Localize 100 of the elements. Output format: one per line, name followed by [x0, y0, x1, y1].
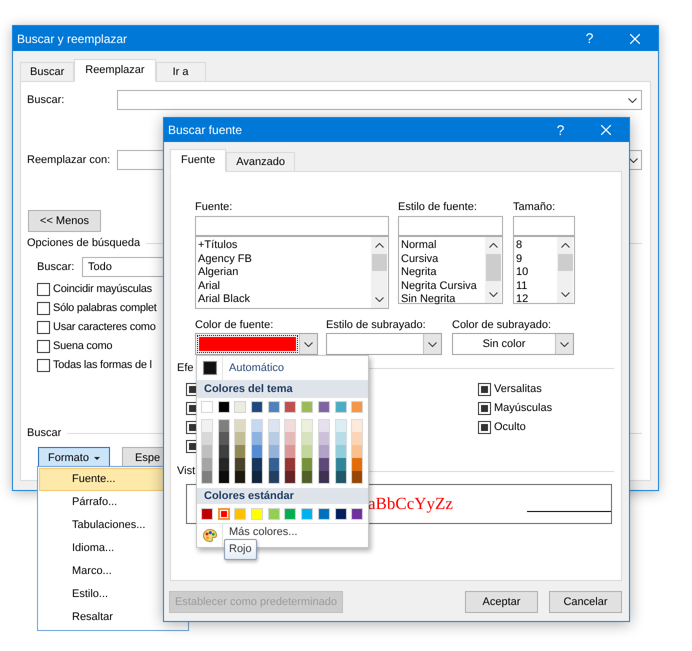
list-item[interactable]: Arial Black [198, 293, 371, 306]
list-item[interactable]: 12 [516, 293, 557, 306]
font-color-select[interactable] [195, 333, 318, 355]
color-swatch-icon[interactable] [318, 471, 330, 484]
button[interactable]: Aceptar [465, 591, 538, 613]
scrollbar[interactable] [485, 237, 501, 303]
scroll-thumb[interactable] [372, 254, 386, 271]
color-swatch-icon[interactable] [284, 432, 296, 445]
tab[interactable]: Avanzado [226, 152, 295, 172]
color-swatch-icon[interactable] [218, 508, 230, 520]
color-swatch-icon[interactable] [251, 508, 264, 520]
list-item[interactable]: Algerian [198, 266, 371, 280]
color-swatch-icon[interactable] [334, 508, 346, 520]
tab[interactable]: Reemplazar [74, 59, 156, 82]
list-item[interactable]: Arial [198, 280, 371, 293]
find-field[interactable] [117, 90, 642, 110]
color-swatch-icon[interactable] [301, 432, 314, 445]
color-swatch-icon[interactable] [351, 508, 364, 520]
tab[interactable]: Fuente [170, 149, 226, 172]
underline-color-select[interactable]: Sin color [452, 333, 574, 355]
color-swatch-icon[interactable] [201, 458, 213, 471]
input-field[interactable] [513, 216, 575, 236]
checkbox[interactable] [478, 421, 491, 434]
color-swatch-icon[interactable] [351, 401, 364, 413]
color-swatch-icon[interactable] [234, 401, 246, 413]
color-swatch-icon[interactable] [234, 458, 246, 471]
list-item[interactable]: Negrita [401, 266, 485, 280]
color-swatch-icon[interactable] [218, 445, 230, 458]
color-swatch-icon[interactable] [218, 432, 230, 445]
list-item[interactable]: Agency FB [198, 252, 371, 266]
list-item[interactable]: Negrita Cursiva [401, 280, 485, 293]
color-swatch-icon[interactable] [268, 508, 280, 520]
color-swatch-icon[interactable] [268, 419, 280, 432]
color-swatch-icon[interactable] [351, 458, 364, 471]
color-swatch-icon[interactable] [284, 471, 296, 484]
scroll-thumb[interactable] [558, 254, 572, 271]
color-swatch-icon[interactable] [268, 471, 280, 484]
color-swatch-icon[interactable] [351, 445, 364, 458]
color-swatch-icon[interactable] [201, 401, 213, 413]
checkbox[interactable] [37, 340, 50, 353]
checkbox[interactable] [478, 402, 491, 415]
color-swatch-icon[interactable] [334, 471, 346, 484]
color-swatch-icon[interactable] [218, 419, 230, 432]
less-button[interactable]: << Menos [28, 210, 101, 232]
tab[interactable]: Buscar [20, 62, 74, 82]
color-swatch-icon[interactable] [301, 508, 314, 520]
color-swatch-icon[interactable] [301, 458, 314, 471]
color-swatch-icon[interactable] [301, 445, 314, 458]
color-swatch-icon[interactable] [251, 471, 264, 484]
color-swatch-icon[interactable] [318, 458, 330, 471]
color-swatch-icon[interactable] [218, 458, 230, 471]
list-item[interactable]: 8 [516, 239, 557, 252]
checkbox[interactable] [478, 383, 491, 396]
color-swatch-icon[interactable] [334, 401, 346, 413]
color-swatch-icon[interactable] [201, 508, 213, 520]
color-swatch-icon[interactable] [318, 432, 330, 445]
list-item[interactable]: Cursiva [401, 252, 485, 266]
input-field[interactable] [195, 216, 389, 236]
color-swatch-icon[interactable] [351, 419, 364, 432]
list-box[interactable]: Normal Cursiva Negrita Negrita Cursiva Sin Negrita [398, 236, 503, 304]
list-box[interactable]: +Títulos Agency FB Algerian Arial Arial Black [195, 236, 389, 309]
color-swatch-icon[interactable] [318, 445, 330, 458]
color-swatch-icon[interactable] [201, 419, 213, 432]
color-swatch-icon[interactable] [334, 445, 346, 458]
color-swatch-icon[interactable] [284, 508, 296, 520]
color-swatch-icon[interactable] [268, 458, 280, 471]
color-swatch-icon[interactable] [201, 471, 213, 484]
color-swatch-icon[interactable] [218, 401, 230, 413]
tab[interactable]: Ir a [156, 62, 206, 82]
color-swatch-icon[interactable] [234, 471, 246, 484]
color-swatch-icon[interactable] [234, 419, 246, 432]
color-swatch-icon[interactable] [301, 419, 314, 432]
color-swatch-icon[interactable] [318, 401, 330, 413]
color-swatch-icon[interactable] [351, 432, 364, 445]
color-swatch-icon[interactable] [268, 401, 280, 413]
checkbox[interactable] [37, 359, 50, 372]
color-swatch-icon[interactable] [251, 445, 264, 458]
color-swatch-icon[interactable] [268, 432, 280, 445]
color-swatch-icon[interactable] [251, 432, 264, 445]
list-item[interactable]: 11 [516, 280, 557, 293]
list-item[interactable]: 9 [516, 252, 557, 266]
color-swatch-icon[interactable] [268, 445, 280, 458]
color-swatch-icon[interactable] [301, 401, 314, 413]
color-swatch-icon[interactable] [234, 508, 246, 520]
color-swatch-icon[interactable] [284, 419, 296, 432]
color-swatch-icon[interactable] [284, 445, 296, 458]
color-swatch-icon[interactable] [234, 432, 246, 445]
color-swatch-icon[interactable] [301, 471, 314, 484]
color-swatch-icon[interactable] [334, 458, 346, 471]
color-swatch-icon[interactable] [284, 401, 296, 413]
color-swatch-icon[interactable] [334, 432, 346, 445]
checkbox[interactable] [37, 302, 50, 315]
underline-style-select[interactable] [326, 333, 442, 355]
scrollbar[interactable] [371, 237, 387, 308]
color-swatch-icon[interactable] [201, 432, 213, 445]
color-swatch-icon[interactable] [218, 471, 230, 484]
color-swatch-icon[interactable] [318, 508, 330, 520]
list-item[interactable]: Sin Negrita [401, 293, 485, 306]
list-box[interactable]: 8 9 10 11 12 [513, 236, 575, 304]
help-button[interactable]: ? [538, 118, 583, 142]
